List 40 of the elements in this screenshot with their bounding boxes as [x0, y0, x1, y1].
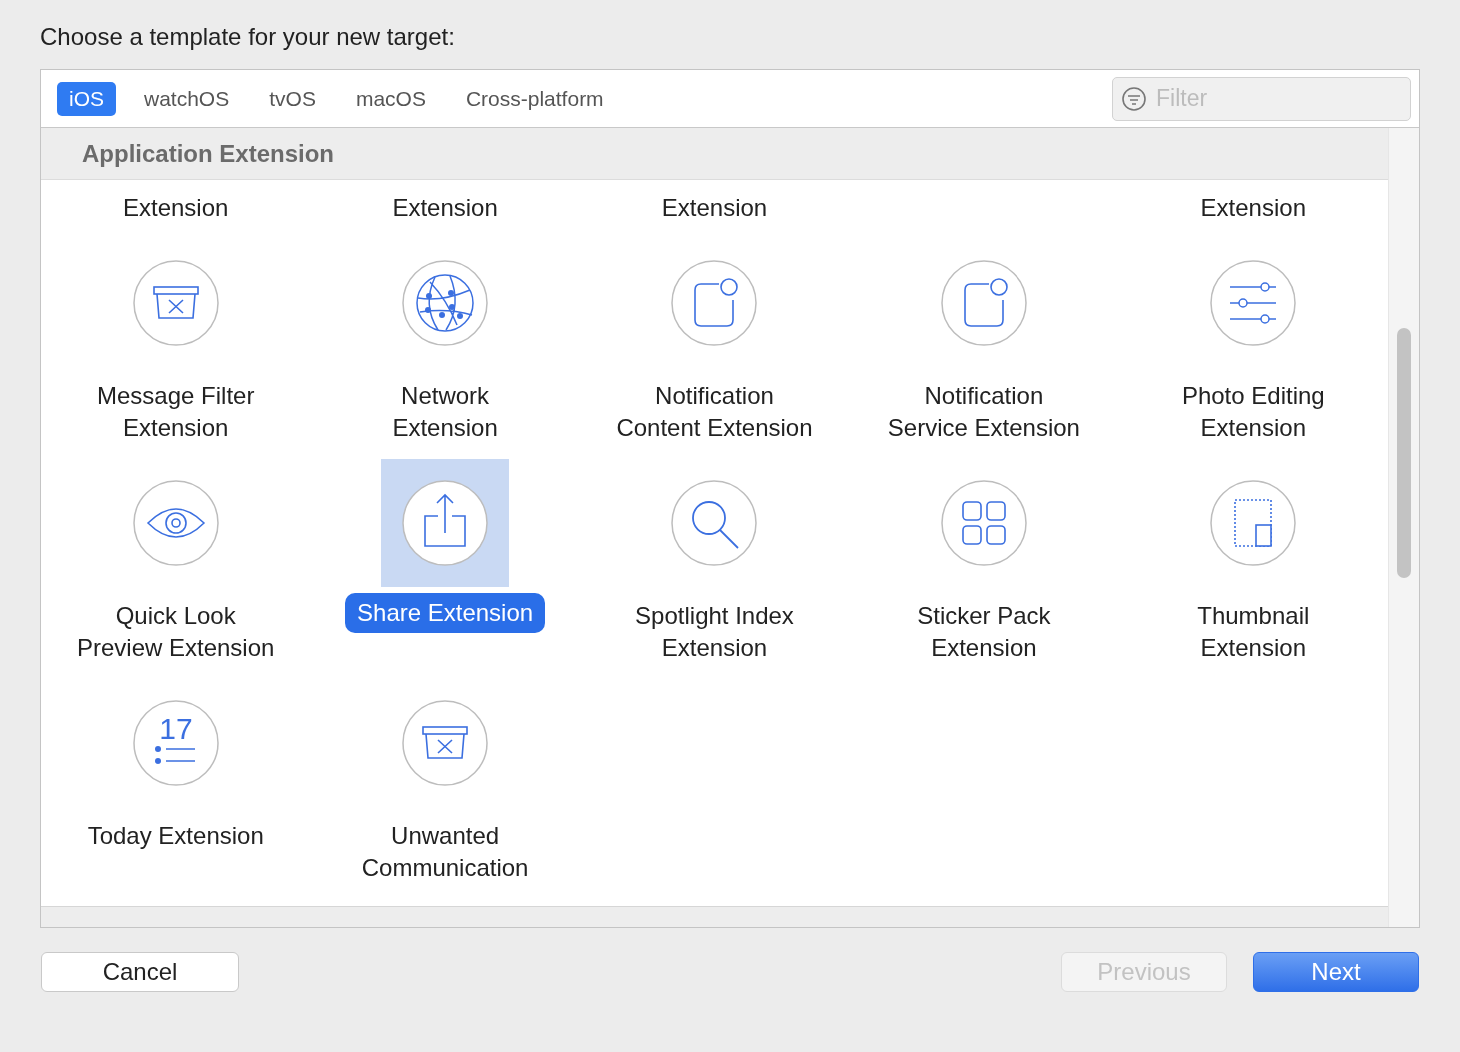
template-name[interactable]: Photo Editing Extension [1177, 380, 1329, 444]
platform-tab[interactable]: watchOS [132, 81, 242, 116]
template-name[interactable]: Thumbnail Extension [1193, 600, 1314, 664]
thumbnail-icon[interactable] [1210, 480, 1297, 566]
grid-icon[interactable] [940, 480, 1027, 566]
dialog-button[interactable]: Next [1253, 952, 1419, 992]
template-name[interactable]: Sticker Pack Extension [913, 600, 1055, 664]
platform-tab[interactable]: iOS [57, 81, 116, 116]
bin-icon[interactable] [402, 700, 489, 786]
template-name: Extension [661, 193, 768, 223]
selection-highlight[interactable] [381, 459, 510, 587]
globe-icon[interactable] [402, 260, 489, 346]
template-name[interactable]: Notification Service Extension [883, 380, 1084, 444]
filter-icon [1122, 86, 1146, 111]
notification-icon[interactable] [671, 260, 758, 346]
eye-icon[interactable] [132, 480, 219, 566]
template-name[interactable]: Unwanted Communication [357, 820, 533, 884]
share-icon[interactable] [402, 480, 489, 566]
template-name[interactable]: Notification Content Extension [612, 380, 817, 444]
template-name[interactable]: Spotlight Index Extension [631, 600, 798, 664]
template-name[interactable]: Network Extension [388, 380, 502, 444]
calendar-list-icon[interactable]: 17 [132, 700, 219, 786]
notification-icon[interactable] [940, 260, 1027, 346]
template-name: Extension [392, 193, 498, 223]
bin-icon[interactable] [132, 260, 219, 346]
search-icon[interactable] [671, 480, 758, 566]
scroll-thumb[interactable] [1397, 328, 1411, 578]
template-name: Extension [1200, 193, 1306, 223]
dialog-button[interactable]: Cancel [41, 952, 239, 992]
sliders-icon[interactable] [1210, 260, 1297, 346]
dialog-title: Choose a template for your new target: [39, 22, 455, 49]
template-name[interactable]: Today Extension [83, 820, 268, 852]
platform-tab[interactable]: Cross-platform [453, 81, 616, 116]
template-name[interactable]: Quick Look Preview Extension [72, 600, 279, 664]
section-title: Application Extension [82, 139, 335, 168]
template-name: Extension [123, 193, 229, 223]
template-name[interactable]: Share Extension [345, 593, 546, 633]
platform-tab[interactable]: macOS [343, 81, 438, 116]
template-name[interactable]: Message Filter Extension [93, 380, 259, 444]
platform-tab[interactable]: tvOS [257, 81, 328, 116]
